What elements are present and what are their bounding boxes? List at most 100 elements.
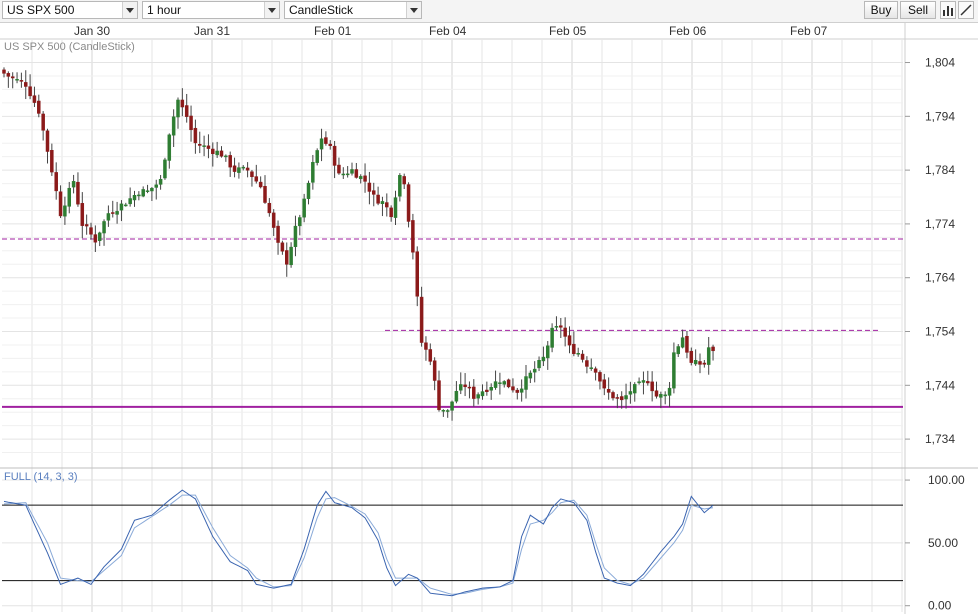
- candle-body: [341, 173, 346, 176]
- candle-body: [63, 205, 67, 217]
- candle-body: [637, 381, 641, 384]
- candle-body: [424, 342, 428, 350]
- chevron-down-icon[interactable]: [264, 2, 279, 18]
- interval-select[interactable]: 1 hour: [142, 1, 280, 19]
- candle-body: [493, 381, 498, 388]
- date-label: Feb 05: [549, 24, 587, 38]
- buy-button[interactable]: Buy: [864, 1, 898, 19]
- candle-body: [519, 388, 524, 393]
- candle-body: [232, 165, 237, 172]
- candle-body: [485, 389, 489, 392]
- candle-body: [171, 116, 176, 136]
- bar-chart-icon[interactable]: [940, 1, 956, 19]
- price-label: 1,774: [925, 217, 955, 231]
- candle-body: [24, 82, 28, 87]
- candle-body: [89, 227, 93, 235]
- symbol-select[interactable]: US SPX 500: [2, 1, 138, 19]
- candle-body: [606, 389, 611, 393]
- candle-body: [672, 352, 676, 389]
- chart-type-select[interactable]: CandleStick: [284, 1, 422, 19]
- candle-body: [2, 69, 6, 74]
- candle-body: [254, 176, 259, 182]
- candle-body: [228, 155, 232, 168]
- chevron-down-icon[interactable]: [406, 2, 421, 18]
- candle-body: [367, 182, 372, 192]
- date-label: Feb 01: [314, 24, 352, 38]
- candle-body: [506, 379, 511, 388]
- candle-body: [315, 150, 319, 163]
- candle-body: [689, 350, 694, 363]
- candle-body: [28, 86, 32, 97]
- candle-body: [211, 148, 215, 155]
- chevron-down-icon[interactable]: [122, 2, 137, 18]
- candle-body: [524, 376, 528, 390]
- candle-body: [71, 181, 76, 188]
- price-chart[interactable]: Jan 30 Jan 31 Feb 01 Feb 04 Feb 05 Feb 06 Feb …: [0, 23, 978, 614]
- candle-body: [567, 335, 572, 346]
- candle-body: [93, 234, 98, 243]
- candle-body: [602, 379, 607, 389]
- candle-body: [332, 145, 337, 166]
- candle-body: [271, 212, 276, 228]
- candle-body: [419, 296, 424, 343]
- candle-body: [219, 150, 224, 157]
- candle-body: [650, 381, 654, 392]
- candle-body: [115, 211, 119, 215]
- candle-body: [398, 175, 402, 197]
- price-label: 1,804: [925, 56, 955, 70]
- candle-body: [402, 176, 406, 185]
- candle-body: [224, 155, 228, 158]
- candle-body: [467, 386, 472, 389]
- candle-body: [337, 164, 341, 174]
- candle-body: [380, 201, 385, 204]
- candle-body: [137, 194, 141, 197]
- candle-body: [615, 397, 620, 399]
- candle-body: [445, 410, 450, 412]
- candle-body: [41, 113, 45, 131]
- candle-body: [124, 204, 128, 207]
- candle-body: [289, 246, 293, 266]
- price-label: 1,784: [925, 163, 955, 177]
- candle-body: [389, 207, 393, 218]
- candle-body: [128, 198, 132, 205]
- oscillator-label: 100.00: [928, 473, 965, 487]
- candle-body: [306, 182, 311, 199]
- candle-body: [372, 190, 376, 195]
- candle-body: [80, 203, 85, 226]
- candle-body: [693, 359, 698, 365]
- candle-body: [163, 159, 167, 179]
- candle-body: [611, 392, 615, 399]
- candle-body: [624, 395, 628, 400]
- candle-body: [202, 145, 206, 147]
- candle-body: [454, 390, 459, 402]
- candle-body: [298, 217, 302, 227]
- candle-body: [463, 384, 467, 388]
- candle-body: [576, 353, 580, 355]
- candle-body: [563, 327, 567, 337]
- candle-body: [528, 372, 533, 379]
- candle-body: [54, 172, 58, 192]
- candle-body: [480, 391, 485, 397]
- candle-body: [267, 202, 272, 214]
- candle-body: [376, 194, 380, 204]
- candle-body: [667, 387, 672, 396]
- candle-body: [554, 326, 559, 328]
- candle-body: [459, 384, 463, 391]
- candle-body: [654, 390, 659, 397]
- candle-body: [145, 190, 150, 192]
- candle-body: [245, 167, 250, 171]
- draw-line-icon[interactable]: [958, 1, 974, 19]
- candle-body: [472, 386, 476, 399]
- candle-body: [589, 367, 593, 369]
- candle-body: [641, 380, 646, 383]
- candle-body: [559, 325, 563, 328]
- candle-body: [537, 360, 541, 369]
- candle-body: [593, 368, 598, 373]
- candle-body: [646, 381, 650, 384]
- sell-button[interactable]: Sell: [900, 1, 936, 19]
- chart-type-select-value: CandleStick: [289, 3, 354, 17]
- candle-body: [476, 394, 480, 399]
- candle-body: [176, 99, 180, 118]
- candle-body: [393, 197, 398, 218]
- candle-body: [45, 130, 50, 152]
